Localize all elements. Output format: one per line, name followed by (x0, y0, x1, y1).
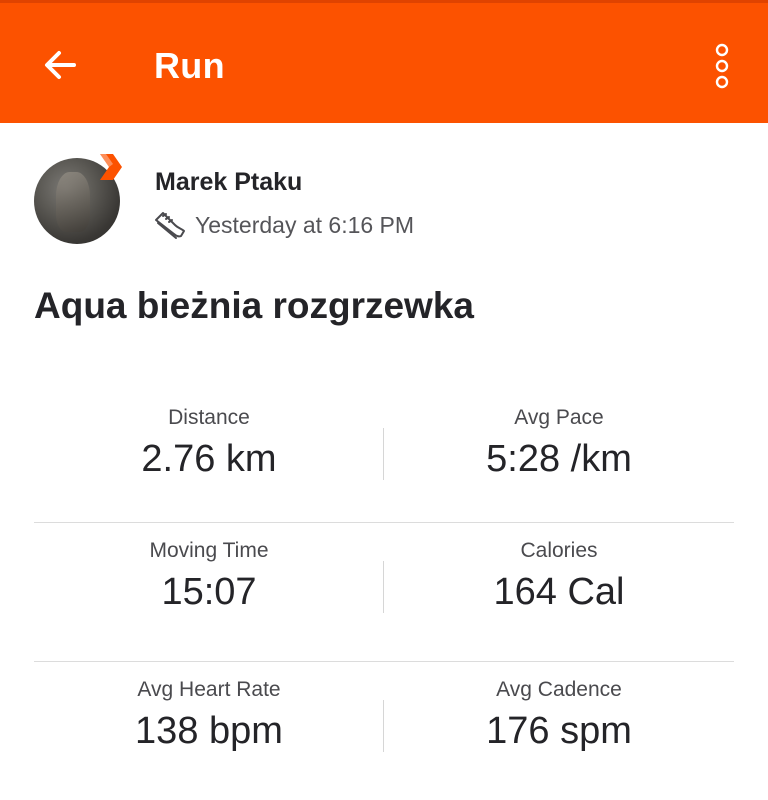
stats-row: Distance 2.76 km Avg Pace 5:28 /km (34, 390, 734, 523)
stat-distance: Distance 2.76 km (34, 390, 384, 481)
stat-label: Distance (168, 406, 250, 429)
stat-label: Avg Pace (514, 406, 604, 429)
stat-avg-heart-rate: Avg Heart Rate 138 bpm (34, 662, 384, 753)
stat-label: Avg Cadence (496, 678, 622, 701)
stat-moving-time: Moving Time 15:07 (34, 523, 384, 614)
running-shoe-icon (155, 212, 185, 239)
page-title: Run (154, 45, 225, 86)
stat-value: 138 bpm (135, 710, 283, 752)
activity-meta: Yesterday at 6:16 PM (153, 208, 414, 242)
stat-avg-pace: Avg Pace 5:28 /km (384, 390, 734, 481)
stat-label: Moving Time (149, 539, 269, 562)
activity-title: Aqua bieżnia rozgrzewka (34, 285, 474, 326)
athlete-avatar[interactable] (34, 154, 126, 246)
stats-grid: Distance 2.76 km Avg Pace 5:28 /km Movin… (34, 390, 734, 800)
arrow-left-icon (45, 51, 76, 79)
stat-label: Calories (520, 539, 598, 562)
back-button[interactable] (36, 41, 84, 89)
stat-avg-cadence: Avg Cadence 176 spm (384, 662, 734, 753)
stat-label: Avg Heart Rate (137, 678, 281, 701)
stat-calories: Calories 164 Cal (384, 523, 734, 614)
more-options-button[interactable] (700, 39, 744, 93)
stats-row: Avg Heart Rate 138 bpm Avg Cadence 176 s… (34, 662, 734, 800)
stat-value: 164 Cal (493, 571, 625, 613)
stats-row: Moving Time 15:07 Calories 164 Cal (34, 523, 734, 662)
athlete-name[interactable]: Marek Ptaku (155, 168, 302, 197)
strava-badge-icon (100, 154, 122, 180)
stat-value: 176 spm (486, 710, 632, 752)
stat-value: 2.76 km (141, 438, 277, 480)
app-bar: Run (0, 0, 768, 123)
stat-value: 15:07 (161, 571, 257, 613)
stat-value: 5:28 /km (486, 438, 632, 480)
activity-timestamp: Yesterday at 6:16 PM (195, 211, 415, 238)
more-vertical-icon (715, 43, 729, 89)
